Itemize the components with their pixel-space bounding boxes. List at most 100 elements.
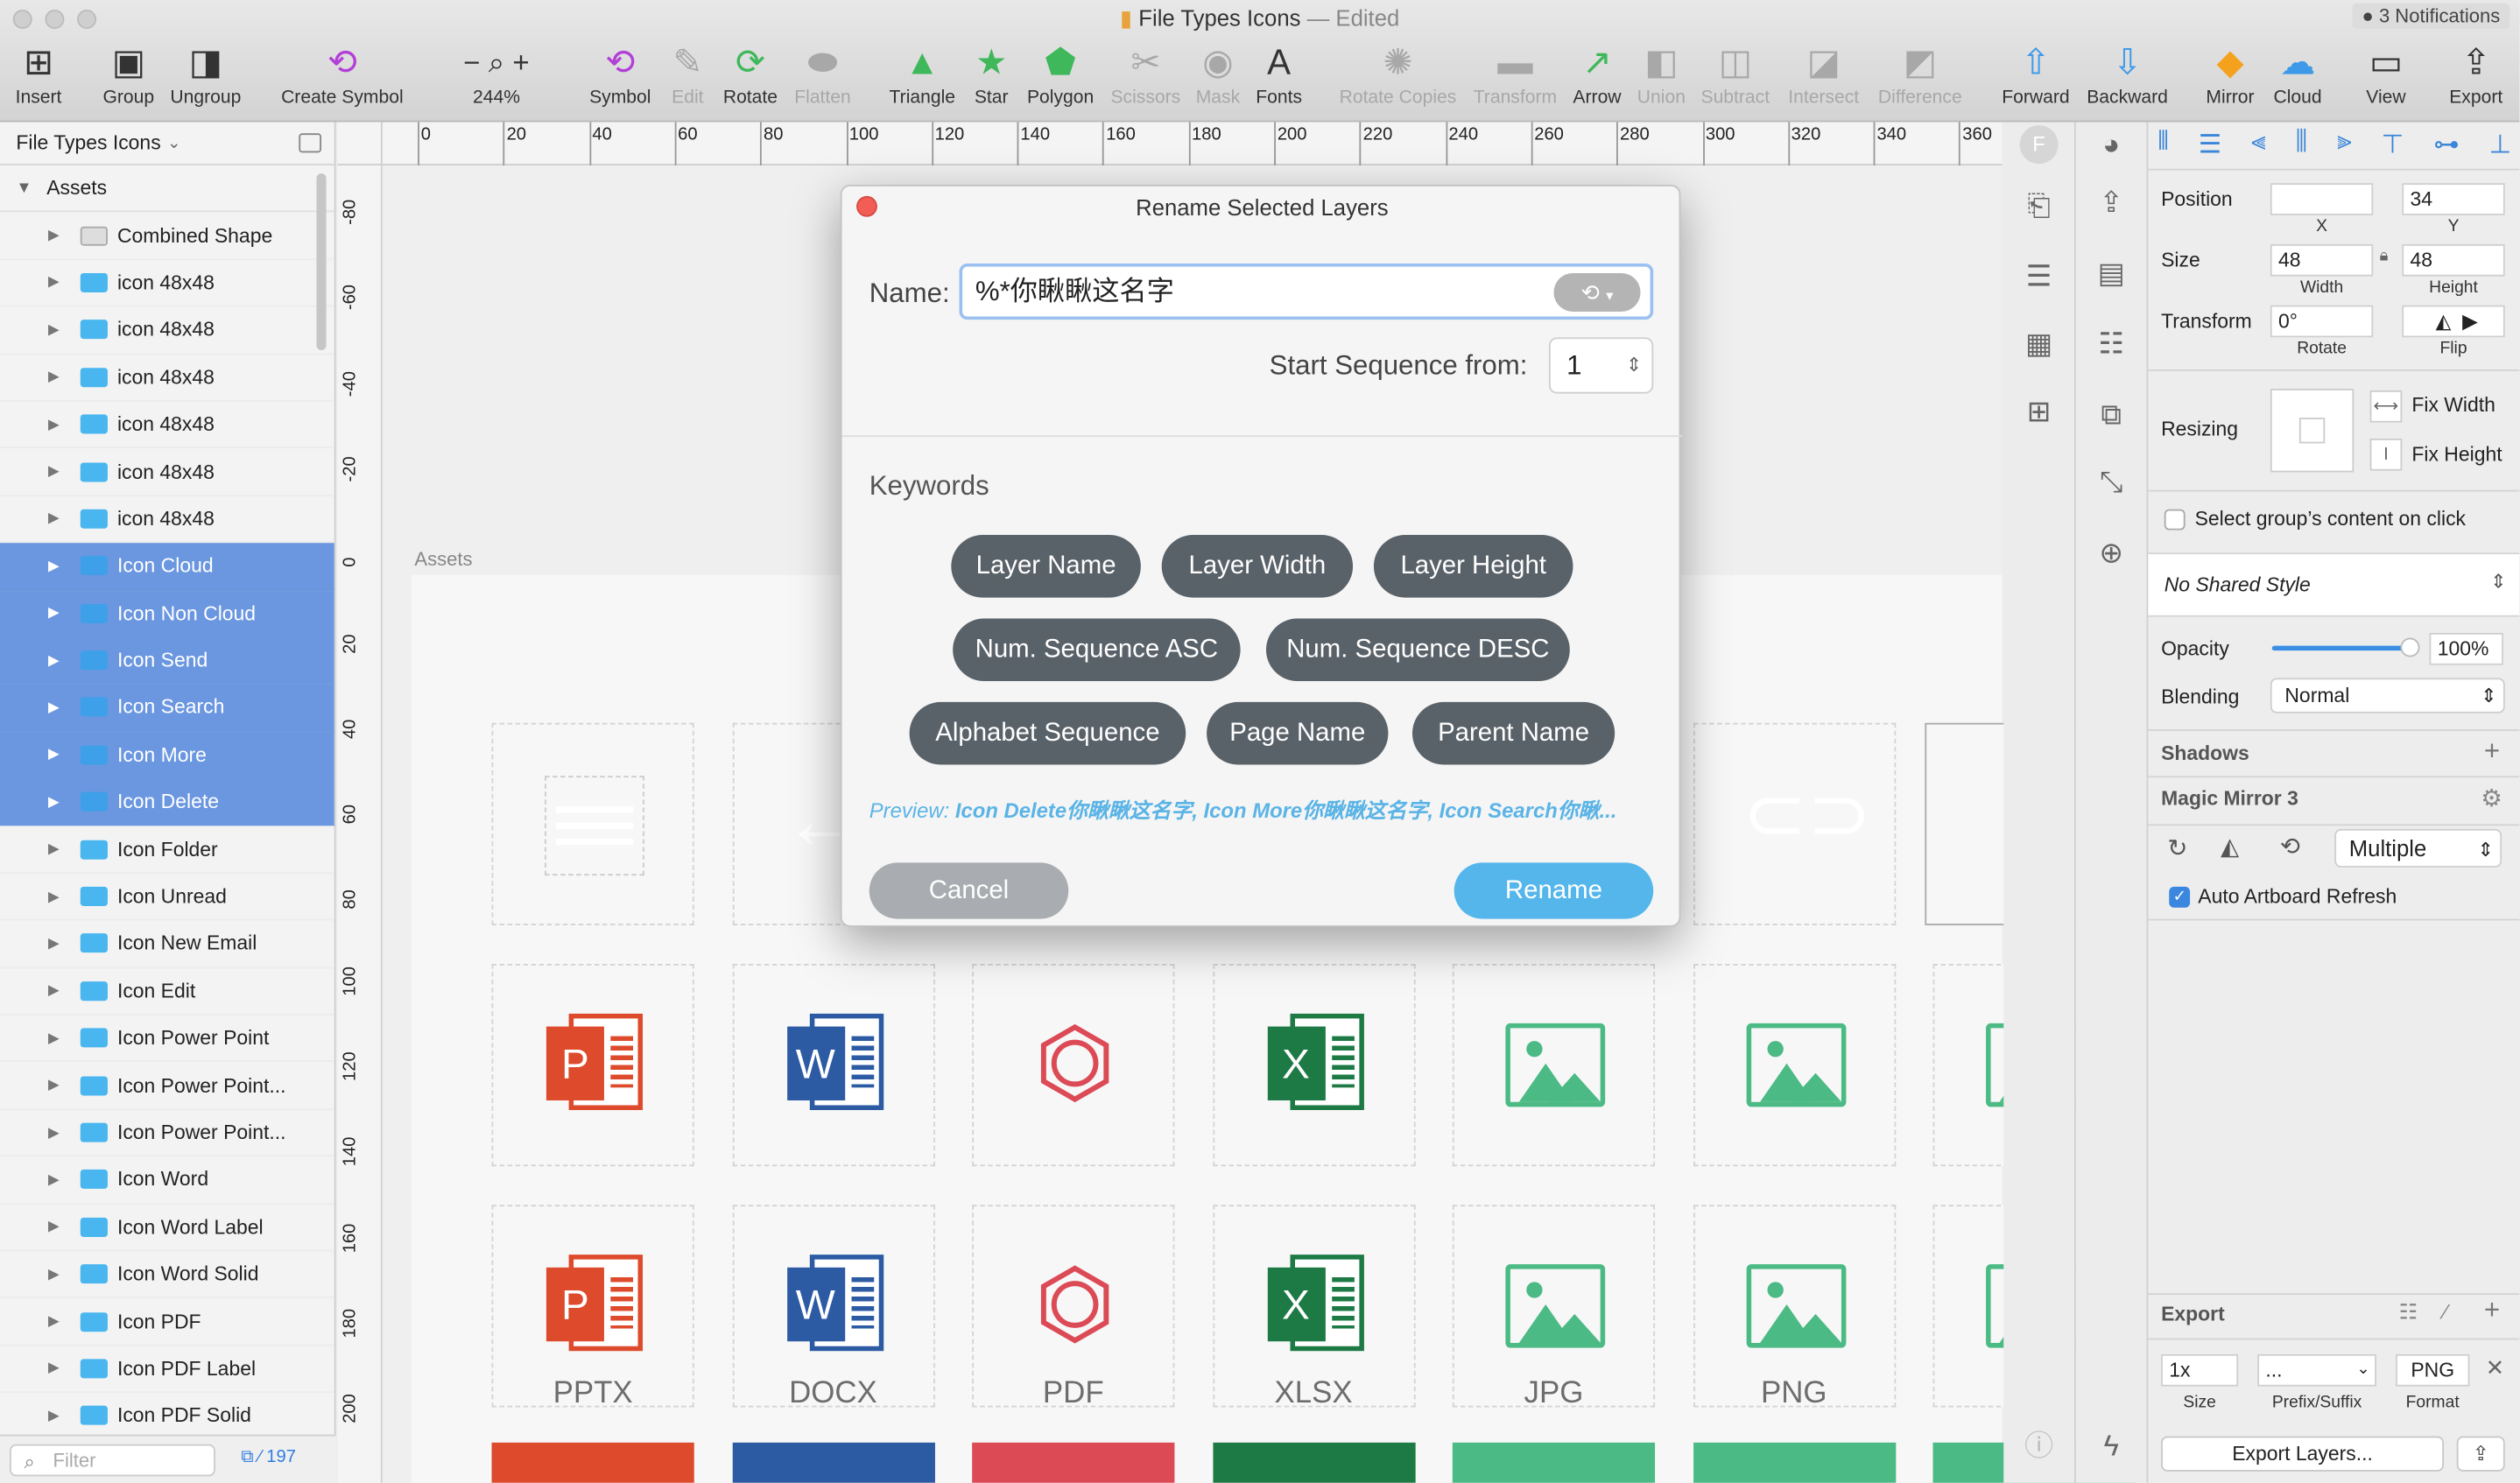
height-field[interactable]: 48	[2402, 243, 2505, 277]
resize-icon[interactable]: ⤡	[2092, 462, 2130, 501]
layer-row[interactable]: ▶ Icon Word Solid	[0, 1251, 334, 1299]
file-icon-cell[interactable]: P	[491, 964, 694, 1167]
layer-row[interactable]: ▶ icon 48x48	[0, 402, 334, 449]
distribute-vertical-icon[interactable]: ☰	[2199, 129, 2221, 164]
align-right-icon[interactable]: ⫸	[2337, 129, 2352, 164]
blending-select[interactable]: Normal ⇕	[2270, 678, 2505, 713]
document-title[interactable]: File Types Icons	[1138, 5, 1300, 31]
layer-row[interactable]: ▶ Icon Non Cloud	[0, 590, 334, 638]
disclosure-triangle-icon[interactable]: ▶	[48, 416, 60, 433]
solid-file-icon-cell[interactable]	[731, 1442, 935, 1483]
toolbar-difference-button[interactable]: ◩ Difference	[1855, 42, 1984, 108]
fix-width-toggle[interactable]: ⟷	[2369, 390, 2403, 423]
keyword-alphabet-sequence-button[interactable]: Alphabet Sequence	[909, 701, 1186, 765]
toolbar-rotate-copies-button[interactable]: ✺ Rotate Copies	[1334, 42, 1462, 108]
add-shadow-button[interactable]: +	[2484, 735, 2500, 768]
pages-toggle-icon[interactable]	[299, 133, 321, 153]
disclosure-triangle-icon[interactable]: ▶	[48, 651, 60, 669]
shared-style-select[interactable]: No Shared Style ⇕	[2148, 552, 2520, 617]
disclosure-triangle-icon[interactable]: ▶	[48, 888, 60, 905]
layer-row[interactable]: ▶ Icon Unread	[0, 874, 334, 921]
solid-file-icon-cell[interactable]	[1212, 1442, 1415, 1483]
layer-row[interactable]: ▶ icon 48x48	[0, 260, 334, 307]
file-icon-cell[interactable]: X	[1212, 964, 1415, 1167]
pie-icon[interactable]: ◕	[2092, 125, 2130, 164]
layer-row[interactable]: ▶ icon 48x48	[0, 355, 334, 402]
disclosure-triangle-icon[interactable]: ▶	[48, 699, 60, 716]
export-layers-button[interactable]: Export Layers...	[2161, 1436, 2445, 1472]
layer-row[interactable]: ▶ Icon Power Point...	[0, 1063, 334, 1110]
layer-row[interactable]: ▶ Icon Send	[0, 637, 334, 685]
solid-file-icon-cell[interactable]	[1452, 1442, 1656, 1483]
align-center-icon[interactable]: ⫼	[2296, 129, 2308, 164]
file-icon-cell[interactable]: X XLSX	[1212, 1205, 1415, 1410]
disclosure-triangle-icon[interactable]: ▶	[48, 510, 60, 527]
asset-cell[interactable]: ⊂⊃	[1693, 722, 1896, 925]
disclosure-triangle-icon[interactable]: ▶	[48, 1030, 60, 1047]
layer-row[interactable]: ▶ Icon PDF	[0, 1298, 334, 1346]
remove-export-icon[interactable]: ✕	[2486, 1354, 2505, 1381]
keyword-layer-name-button[interactable]: Layer Name	[951, 535, 1141, 598]
keyword-parent-name-button[interactable]: Parent Name	[1411, 701, 1615, 765]
horizontal-ruler[interactable]: 0 20 40 60 80 100 120 140 160 180 200 220 240 260 280 3…	[382, 122, 2003, 166]
export-prefix-select[interactable]: ... ⌄	[2257, 1353, 2376, 1387]
file-icon-cell[interactable]: W DOCX	[731, 1205, 935, 1410]
layer-row[interactable]: ▶ icon 48x48	[0, 449, 334, 496]
name-input-value[interactable]: %*你瞅瞅这名字	[975, 277, 1174, 307]
distribute-horizontal-icon[interactable]: ⫴	[2157, 129, 2168, 164]
disclosure-triangle-icon[interactable]: ▶	[48, 1077, 60, 1094]
flip-horizontal-icon[interactable]: ◭	[2436, 310, 2452, 333]
name-input[interactable]: %*你瞅瞅这名字 ⟲ ▾	[959, 263, 1654, 320]
flip-vertical-icon[interactable]: ▶	[2462, 310, 2478, 333]
lightning-icon[interactable]: ϟ	[2092, 1426, 2130, 1465]
disclosure-triangle-icon[interactable]: ▶	[48, 1312, 60, 1330]
disclosure-triangle-icon[interactable]: ▶	[48, 793, 60, 811]
disclosure-triangle-icon[interactable]: ▶	[48, 982, 60, 1000]
layer-row[interactable]: ▶ Icon Word Label	[0, 1205, 334, 1252]
disclosure-triangle-icon[interactable]: ▼	[16, 179, 32, 197]
file-icon-cell[interactable]: JPG	[1452, 1205, 1656, 1410]
disclosure-triangle-icon[interactable]: ▶	[48, 321, 60, 339]
layer-count[interactable]: ⧉ ⁄ 197	[241, 1447, 296, 1468]
layer-group-assets[interactable]: ▼ Assets	[0, 165, 334, 213]
mirror-icon[interactable]: ◭	[2221, 833, 2239, 861]
keyword-layer-width-button[interactable]: Layer Width	[1161, 535, 1354, 598]
refresh-icon[interactable]: ↻	[2167, 833, 2187, 862]
lock-icon[interactable]: 🔒︎	[2380, 248, 2389, 265]
slice-icon[interactable]: ⁄	[2444, 1300, 2447, 1325]
layer-row[interactable]: ▶ Icon More	[0, 732, 334, 780]
disclosure-triangle-icon[interactable]: ▶	[48, 1360, 60, 1377]
file-icon-cell[interactable]	[1693, 964, 1896, 1167]
stepper-arrows-icon[interactable]: ⇕	[1626, 339, 1642, 392]
layer-row[interactable]: ▶ Icon Power Point...	[0, 1110, 334, 1157]
table-icon[interactable]: ⊞	[2020, 392, 2059, 431]
grid-icon[interactable]: ▦	[2020, 325, 2059, 363]
keyword-page-name-button[interactable]: Page Name	[1207, 701, 1389, 765]
mirror-mode-select[interactable]: Multiple ⇕	[2334, 828, 2502, 868]
file-icon-cell[interactable]: ⏣	[972, 964, 1175, 1167]
keyword-num-sequence-asc-button[interactable]: Num. Sequence ASC	[953, 618, 1241, 682]
asset-cell[interactable]	[491, 722, 694, 925]
disclosure-triangle-icon[interactable]: ▶	[48, 1124, 60, 1142]
align-top-icon[interactable]: ⊤	[2382, 129, 2404, 164]
add-export-button[interactable]: +	[2484, 1295, 2500, 1327]
layer-row[interactable]: ▶ Icon PDF Solid	[0, 1393, 334, 1441]
disclosure-triangle-icon[interactable]: ▶	[48, 1218, 60, 1235]
opacity-slider-knob[interactable]	[2400, 637, 2420, 657]
history-dropdown-button[interactable]: ⟲ ▾	[1553, 272, 1641, 312]
disclosure-triangle-icon[interactable]: ▶	[48, 1265, 60, 1283]
disclosure-triangle-icon[interactable]: ▶	[48, 746, 60, 763]
toolbar-fonts-button[interactable]: A Fonts	[1214, 42, 1343, 108]
disclosure-triangle-icon[interactable]: ▶	[48, 1171, 60, 1189]
flip-buttons[interactable]: ◭ ▶	[2402, 305, 2505, 338]
export-format-select[interactable]: PNG	[2395, 1353, 2470, 1387]
upload-icon[interactable]: ⇪	[2092, 183, 2130, 221]
align-bottom-icon[interactable]: ⊥	[2489, 129, 2512, 164]
page-selector[interactable]: File Types Icons ⌄	[0, 122, 334, 166]
layout-icon[interactable]: ▤	[2092, 254, 2130, 292]
layer-row[interactable]: ▶ Icon New Email	[0, 921, 334, 968]
start-sequence-stepper[interactable]: 1 ⇕	[1548, 337, 1654, 394]
disclosure-triangle-icon[interactable]: ▶	[48, 274, 60, 292]
disclosure-triangle-icon[interactable]: ▶	[48, 369, 60, 386]
position-y-field[interactable]: 34	[2402, 183, 2505, 215]
